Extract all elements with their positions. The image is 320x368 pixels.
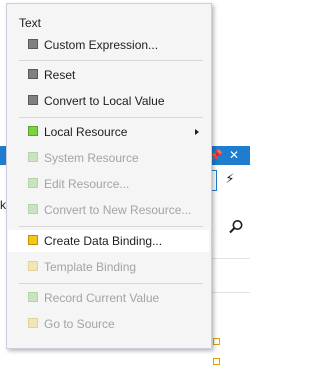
menu-item-system-resource[interactable]: System Resource	[8, 147, 209, 169]
square-light-green-icon	[28, 178, 38, 188]
lightning-icon[interactable]: ⚡	[222, 171, 238, 189]
square-gray-icon	[28, 95, 38, 105]
menu-item-label: Go to Source	[44, 317, 115, 331]
square-gray-icon	[28, 39, 38, 49]
property-marker[interactable]	[213, 338, 220, 345]
menu-item-custom-expression[interactable]: Custom Expression...	[8, 34, 209, 56]
square-pale-yellow-icon	[28, 261, 38, 271]
row-divider	[210, 292, 250, 293]
submenu-arrow-icon	[195, 129, 199, 135]
search-icon[interactable]	[228, 219, 244, 235]
menu-item-convert-local-value[interactable]: Convert to Local Value	[8, 90, 209, 112]
square-light-green-icon	[28, 152, 38, 162]
property-marker[interactable]	[213, 358, 220, 365]
menu-item-label: Convert to New Resource...	[44, 203, 192, 217]
square-light-green-icon	[28, 292, 38, 302]
menu-header: Text	[19, 16, 42, 30]
menu-item-label: Edit Resource...	[44, 177, 130, 191]
close-icon[interactable]: ✕	[227, 146, 241, 165]
square-green-icon	[28, 126, 38, 136]
menu-item-label: Custom Expression...	[44, 38, 159, 52]
menu-separator	[19, 226, 203, 227]
square-yellow-icon	[28, 235, 38, 245]
menu-item-label: Create Data Binding...	[44, 234, 163, 248]
row-divider	[210, 258, 250, 259]
menu-item-create-data-binding[interactable]: Create Data Binding...	[8, 230, 209, 252]
menu-item-convert-new-resource[interactable]: Convert to New Resource...	[8, 199, 209, 221]
menu-item-template-binding[interactable]: Template Binding	[8, 256, 209, 278]
menu-separator	[19, 60, 203, 61]
menu-separator	[19, 283, 203, 284]
menu-item-local-resource[interactable]: Local Resource	[8, 121, 209, 143]
menu-item-label: Reset	[44, 68, 76, 82]
menu-item-reset[interactable]: Reset	[8, 64, 209, 86]
square-gray-icon	[28, 69, 38, 79]
square-pale-yellow-icon	[28, 318, 38, 328]
menu-item-label: System Resource	[44, 151, 139, 165]
menu-item-label: Record Current Value	[44, 291, 160, 305]
square-light-green-icon	[28, 204, 38, 214]
menu-separator	[19, 117, 203, 118]
menu-item-label: Template Binding	[44, 260, 137, 274]
menu-item-label: Local Resource	[44, 125, 128, 139]
menu-item-label: Convert to Local Value	[44, 94, 165, 108]
menu-item-go-to-source[interactable]: Go to Source	[8, 313, 209, 335]
menu-item-edit-resource[interactable]: Edit Resource...	[8, 173, 209, 195]
menu-item-record-current-value[interactable]: Record Current Value	[8, 287, 209, 309]
property-context-menu: Text Custom Expression... Reset Convert …	[6, 3, 212, 349]
